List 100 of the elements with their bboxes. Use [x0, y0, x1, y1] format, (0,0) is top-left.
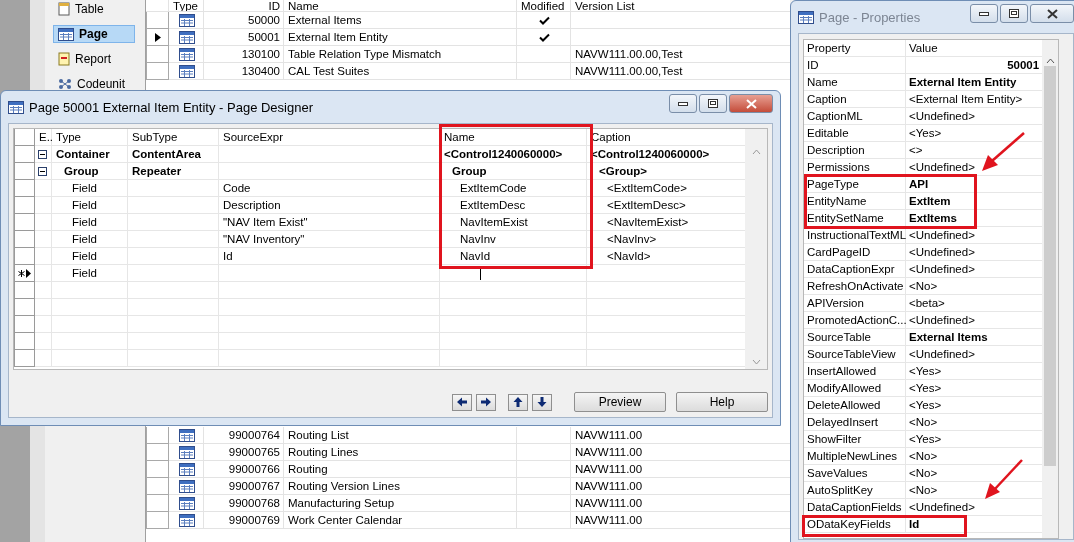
page-icon [178, 445, 195, 459]
table-row[interactable]: SourceTable External Items [804, 329, 1043, 346]
table-row[interactable]: PageType API [804, 176, 1043, 193]
table-row[interactable]: Field "NAV Item Exist" NavItemExist <NavItemExist> [14, 214, 745, 231]
property-name: CaptionML [807, 110, 863, 122]
table-row[interactable]: Field [14, 265, 745, 282]
column-header: SourceExpr [223, 131, 284, 143]
page-icon [178, 513, 195, 527]
column-header: Name [444, 131, 475, 143]
dialog-button[interactable]: Preview [574, 392, 666, 412]
new-row-icon [18, 268, 31, 278]
table-row[interactable]: AutoSplitKey <No> [804, 482, 1043, 499]
object-name: Routing [288, 463, 328, 475]
table-row[interactable]: Field Description ExtItemDesc <ExtItemDesc> [14, 197, 745, 214]
table-row[interactable]: EntitySetName ExtItems [804, 210, 1043, 227]
table-row[interactable]: Field Id NavId <NavId> [14, 248, 745, 265]
table-row[interactable]: 99000766 Routing NAVW111.00 [146, 461, 790, 478]
maximize-button[interactable] [1000, 4, 1028, 23]
control-type: Field [72, 216, 97, 228]
table-row[interactable]: Container ContentArea <Control1240060000> <Control1240060000> [14, 146, 745, 163]
move-down-button[interactable] [532, 393, 552, 411]
table-row[interactable]: CardPageID <Undefined> [804, 244, 1043, 261]
minimize-icon [979, 11, 989, 16]
table-row[interactable]: DelayedInsert <No> [804, 414, 1043, 431]
close-button[interactable] [1030, 4, 1074, 23]
row-selector[interactable] [146, 29, 169, 46]
table-row[interactable]: DataCaptionFields <Undefined> [804, 499, 1043, 516]
control-type: Field [72, 250, 97, 262]
table-row[interactable]: 99000765 Routing Lines NAVW111.00 [146, 444, 790, 461]
object-name: External Items [288, 14, 362, 26]
table-row[interactable]: APIVersion <beta> [804, 295, 1043, 312]
scroll-down-icon[interactable] [751, 359, 761, 365]
table-row[interactable]: Field Code ExtItemCode <ExtItemCode> [14, 180, 745, 197]
move-right-button[interactable] [476, 393, 496, 411]
property-name: RefreshOnActivate [807, 280, 904, 292]
property-value: <Yes> [909, 399, 942, 411]
table-row[interactable]: MultipleNewLines <No> [804, 448, 1043, 465]
scroll-up-icon[interactable] [751, 149, 761, 155]
navigation-item[interactable]: Page [53, 25, 135, 43]
table-row[interactable]: 130400 CAL Test Suites NAVW111.00.00,Test [146, 63, 790, 80]
close-icon [1046, 8, 1058, 19]
table-row[interactable]: Name External Item Entity [804, 74, 1043, 91]
page-icon [178, 496, 195, 510]
move-up-button[interactable] [508, 393, 528, 411]
source-expression: "NAV Item Exist" [223, 216, 308, 228]
maximize-button[interactable] [699, 94, 727, 113]
table-row[interactable]: 99000764 Routing List NAVW111.00 [146, 427, 790, 444]
table-row[interactable]: RefreshOnActivate <No> [804, 278, 1043, 295]
table-row[interactable]: ID 50001 [804, 57, 1043, 74]
control-name: NavId [460, 250, 491, 262]
property-name: EntityName [807, 195, 867, 207]
table-row[interactable]: Editable <Yes> [804, 125, 1043, 142]
table-row[interactable]: DeleteAllowed <Yes> [804, 397, 1043, 414]
property-name: PromotedActionC... [807, 314, 907, 326]
arrow-right-icon [480, 396, 492, 408]
property-name: InsertAllowed [807, 365, 877, 377]
table-row[interactable]: 130100 Table Relation Type Mismatch NAVW111.00.00,Test [146, 46, 790, 63]
object-id: 99000769 [228, 514, 280, 526]
row-selector[interactable] [14, 265, 35, 282]
move-left-button[interactable] [452, 393, 472, 411]
navigation-item[interactable]: Table [53, 0, 135, 18]
table-row[interactable]: 99000768 Manufacturing Setup NAVW111.00 [146, 495, 790, 512]
table-row[interactable]: DataCaptionExpr <Undefined> [804, 261, 1043, 278]
table-row[interactable]: CaptionML <Undefined> [804, 108, 1043, 125]
table-row[interactable]: 99000767 Routing Version Lines NAVW111.00 [146, 478, 790, 495]
table-row[interactable]: ODataKeyFields Id [804, 516, 1043, 533]
table-row[interactable]: InsertAllowed <Yes> [804, 363, 1043, 380]
table-row[interactable]: Caption <External Item Entity> [804, 91, 1043, 108]
table-row[interactable]: 99000769 Work Center Calendar NAVW111.00 [146, 512, 790, 529]
table-row[interactable]: 50001 External Item Entity [146, 29, 790, 46]
source-expression: Code [223, 182, 251, 194]
table-row[interactable]: Permissions <Undefined> [804, 159, 1043, 176]
control-name: ExtItemCode [460, 182, 527, 194]
property-value: <Undefined> [909, 501, 975, 513]
navigation-item[interactable]: Codeunit [53, 75, 135, 93]
navigation-item[interactable]: Report [53, 50, 135, 68]
table-row[interactable]: Group Repeater Group <Group> [14, 163, 745, 180]
collapse-icon[interactable] [38, 149, 47, 159]
table-row[interactable]: Description <> [804, 142, 1043, 159]
collapse-icon[interactable] [38, 166, 47, 176]
page-icon [178, 30, 195, 44]
table-row[interactable]: ModifyAllowed <Yes> [804, 380, 1043, 397]
scroll-up-icon[interactable] [1045, 58, 1055, 64]
property-value: <Undefined> [909, 314, 975, 326]
table-row[interactable]: ShowFilter <Yes> [804, 431, 1043, 448]
table-row[interactable]: EntityName ExtItem [804, 193, 1043, 210]
table-row[interactable]: SourceTableView <Undefined> [804, 346, 1043, 363]
window-icon [8, 100, 24, 114]
table-row[interactable]: SaveValues <No> [804, 465, 1043, 482]
table-row[interactable]: PromotedActionC... <Undefined> [804, 312, 1043, 329]
table-row[interactable]: 50000 External Items [146, 12, 790, 29]
table-row[interactable]: InstructionalTextML <Undefined> [804, 227, 1043, 244]
dialog-button[interactable]: Help [676, 392, 768, 412]
property-name: SaveValues [807, 467, 868, 479]
table-row[interactable]: Field "NAV Inventory" NavInv <NavInv> [14, 231, 745, 248]
minimize-icon [678, 101, 688, 106]
minimize-button[interactable] [669, 94, 697, 113]
minimize-button[interactable] [970, 4, 998, 23]
property-value: <Undefined> [909, 246, 975, 258]
scroll-thumb[interactable] [1044, 66, 1057, 466]
